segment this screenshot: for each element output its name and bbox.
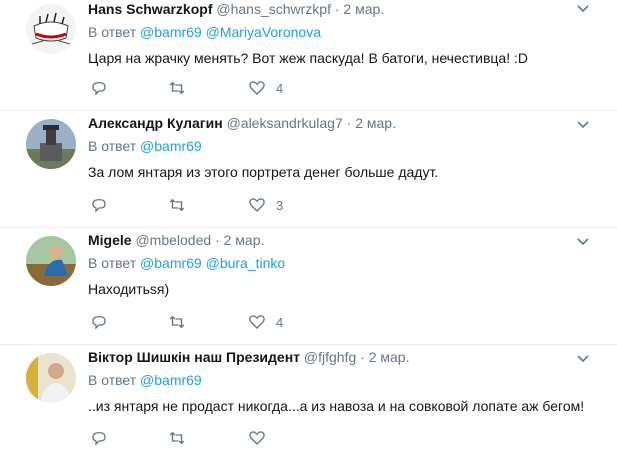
like-button[interactable]: 4 [248,313,328,331]
separator: · [346,115,352,131]
reply-context: В ответ @bamr69 @bura_tinko [88,254,597,272]
heart-icon [249,431,265,445]
reply-button[interactable] [90,79,168,97]
avatar[interactable] [26,4,76,54]
tweet[interactable]: Migele @mbeloded · 2 мар. В ответ @bamr6… [0,228,617,345]
tweet-header: Віктор Шишкін наш Президент @fjfghfg · 2… [88,348,597,366]
mention-link[interactable]: @bamr69 [140,24,202,40]
like-count: 3 [276,197,284,213]
retweet-button[interactable] [168,196,248,214]
retweet-button[interactable] [168,313,248,331]
mention-link[interactable]: @bamr69 [140,138,202,154]
tweet-actions [90,429,328,447]
author-name[interactable]: Александр Кулагин [88,115,223,131]
tweet[interactable]: Александр Кулагин @aleksandrkulag7 · 2 м… [0,111,617,228]
separator: · [215,232,220,248]
author-name[interactable]: Migele [88,232,132,248]
like-count: 4 [276,80,284,96]
tweet-actions: 4 [90,313,328,331]
author-handle[interactable]: @mbeloded [135,232,211,248]
chevron-down-icon[interactable] [577,238,589,246]
author-handle[interactable]: @aleksandrkulag7 [227,115,343,131]
reply-prefix: В ответ [88,24,137,40]
chevron-down-icon[interactable] [577,5,589,13]
tweet-header: Hans Schwarzkopf @hans_schwrzkpf · 2 мар… [88,0,597,18]
tweet-actions: 3 [90,196,328,214]
reply-icon [92,199,106,213]
timestamp[interactable]: 2 мар. [369,349,410,365]
reply-button[interactable] [90,313,168,331]
reply-icon [92,316,106,330]
mention-link[interactable]: @MariyaVoronova [206,24,321,40]
tweet-header: Migele @mbeloded · 2 мар. [88,231,597,249]
tweet-text: Царя на жрачку менять? Вот жеж паскуда! … [88,50,528,66]
reply-button[interactable] [90,196,168,214]
timestamp[interactable]: 2 мар. [224,232,265,248]
separator: · [360,349,365,365]
reply-icon [92,82,106,96]
tweet-actions: 4 [90,79,328,97]
avatar[interactable] [26,119,76,169]
reply-prefix: В ответ [88,255,137,271]
tweet-header: Александр Кулагин @aleksandrkulag7 · 2 м… [88,114,597,132]
avatar[interactable] [26,236,76,286]
like-count: 4 [276,314,284,330]
retweet-icon [169,198,185,212]
mention-link[interactable]: @bamr69 [140,372,202,388]
reply-button[interactable] [90,429,168,447]
timeline: Hans Schwarzkopf @hans_schwrzkpf · 2 мар… [0,0,617,462]
chevron-down-icon[interactable] [577,121,589,129]
reply-context: В ответ @bamr69 [88,137,597,155]
reply-prefix: В ответ [88,138,137,154]
reply-icon [92,432,106,446]
author-handle[interactable]: @fjfghfg [304,349,356,365]
author-name[interactable]: Hans Schwarzkopf [88,1,212,17]
heart-icon [249,81,265,95]
tweet-text: ..из янтаря не продаст никогда...а из на… [88,398,585,414]
separator: · [334,1,340,17]
tweet-text: Находитьѕя) [88,281,170,297]
chevron-down-icon[interactable] [577,355,589,363]
mention-link[interactable]: @bamr69 [140,255,202,271]
retweet-button[interactable] [168,429,248,447]
mention-link[interactable]: @bura_tinko [206,255,286,271]
retweet-icon [169,315,185,329]
author-handle[interactable]: @hans_schwrzkpf [216,1,331,17]
tweet[interactable]: Hans Schwarzkopf @hans_schwrzkpf · 2 мар… [0,0,617,111]
timestamp[interactable]: 2 мар. [355,115,396,131]
tweet[interactable]: Віктор Шишкін наш Президент @fjfghfg · 2… [0,345,617,462]
reply-prefix: В ответ [88,372,137,388]
reply-context: В ответ @bamr69 @MariyaVoronova [88,23,597,41]
like-button[interactable] [248,429,328,447]
retweet-icon [169,81,185,95]
like-button[interactable]: 4 [248,79,328,97]
retweet-icon [169,431,185,445]
avatar[interactable] [26,353,76,403]
retweet-button[interactable] [168,79,248,97]
author-name[interactable]: Віктор Шишкін наш Президент [88,349,300,365]
heart-icon [249,315,265,329]
timestamp[interactable]: 2 мар. [343,1,384,17]
reply-context: В ответ @bamr69 [88,371,597,389]
like-button[interactable]: 3 [248,196,328,214]
tweet-text: За лом янтаря из этого портрета денег бо… [88,164,439,180]
heart-icon [249,198,265,212]
